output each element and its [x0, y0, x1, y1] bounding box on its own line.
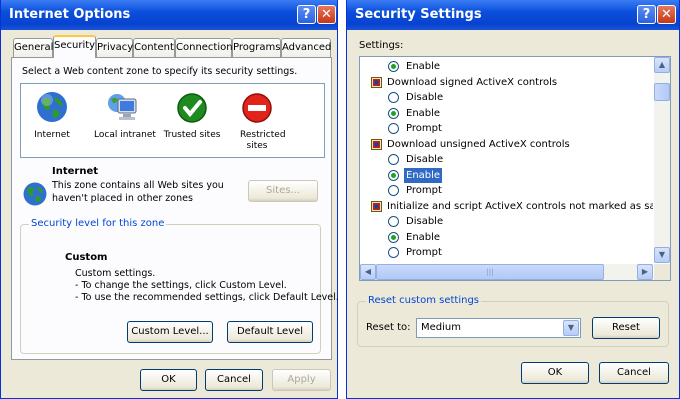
globe-icon [23, 182, 47, 206]
radio-button[interactable] [388, 216, 399, 227]
settings-option-label: Prompt [406, 123, 442, 134]
settings-tree-rows: Enable Download signed ActiveX controls Di… [360, 57, 653, 263]
settings-option-label: Disable [406, 154, 444, 165]
zone-list: Internet Local intranet Trusted sites Re… [20, 83, 325, 158]
radio-button[interactable] [388, 185, 399, 196]
zone-label: Trusted sites [163, 130, 221, 140]
settings-category-label: Initialize and script ActiveX controls n… [387, 200, 653, 212]
security-tab-page: Select a Web content zone to specify its… [11, 57, 339, 360]
level-line-3: - To use the recommended settings, click… [75, 292, 339, 303]
no-entry-icon [242, 93, 272, 123]
settings-option-label: Enable [406, 231, 441, 243]
zone-trusted-sites[interactable]: Trusted sites [162, 88, 222, 154]
scroll-up-arrow[interactable]: ▲ [654, 57, 670, 73]
settings-option-label: Enable [406, 61, 441, 72]
level-line-1: Custom settings. [75, 268, 156, 279]
settings-option-label: Prompt [406, 185, 442, 196]
cancel-button[interactable]: Cancel [599, 362, 669, 384]
radio-button[interactable] [388, 231, 399, 243]
reset-button[interactable]: Reset [592, 317, 660, 339]
internet-options-titlebar[interactable]: Internet Options [1, 0, 337, 30]
custom-level-button[interactable]: Custom Level... [127, 321, 213, 343]
chevron-down-icon[interactable]: ▼ [563, 320, 579, 336]
radio-button[interactable] [388, 61, 399, 72]
default-level-button[interactable]: Default Level [227, 321, 313, 343]
reset-to-select[interactable]: Medium ▼ [416, 318, 581, 338]
settings-tree: Enable Download signed ActiveX controls Di… [359, 56, 671, 281]
reset-group-label: Reset custom settings [366, 295, 481, 306]
computer-globe-icon [108, 94, 137, 120]
scroll-left-arrow[interactable]: ◀ [360, 264, 376, 280]
settings-label: Settings: [359, 40, 404, 51]
scroll-down-arrow[interactable]: ▼ [654, 247, 670, 263]
scroll-thumb[interactable] [654, 83, 670, 101]
tab-programs[interactable]: Programs [232, 38, 281, 57]
zone-restricted-sites[interactable]: Restricted sites [231, 88, 286, 154]
close-button[interactable]: ✕ [657, 5, 676, 24]
security-level-group: Security level for this zone Custom Cust… [20, 218, 339, 354]
tab-general[interactable]: General [13, 38, 53, 57]
settings-category-label: Download unsigned ActiveX controls [387, 138, 570, 150]
settings-option-label: Prompt [406, 247, 442, 258]
window-title: Security Settings [355, 7, 482, 22]
tab-privacy[interactable]: Privacy [96, 38, 133, 57]
level-title: Custom [65, 252, 108, 263]
settings-category-icon [371, 76, 382, 88]
settings-option-label: Disable [406, 92, 444, 103]
tab-content[interactable]: Content [133, 38, 175, 57]
close-button[interactable]: ✕ [317, 5, 336, 24]
security-level-group-label: Security level for this zone [29, 218, 167, 229]
help-button[interactable]: ? [637, 5, 656, 24]
sites-button[interactable]: Sites... [248, 180, 318, 202]
settings-option-label: Enable [404, 167, 443, 183]
radio-button[interactable] [388, 92, 399, 103]
settings-option-label: Enable [406, 107, 441, 119]
ok-button[interactable]: OK [140, 369, 197, 391]
settings-category-label: Run ActiveX controls and plug-ins [387, 261, 555, 264]
security-settings-titlebar[interactable]: Security Settings [347, 0, 679, 30]
settings-category-icon [371, 262, 382, 263]
zone-label: Local intranet [94, 130, 156, 140]
zone-description-line-1: This zone contains all Web sites you [52, 180, 224, 191]
level-line-2: - To change the settings, click Custom L… [75, 280, 287, 291]
zone-instruction: Select a Web content zone to specify its… [22, 66, 298, 77]
help-button[interactable]: ? [297, 5, 316, 24]
reset-to-label: Reset to: [366, 322, 411, 333]
reset-to-value: Medium [421, 322, 461, 333]
radio-button[interactable] [388, 247, 399, 258]
vertical-scrollbar[interactable]: ▲ ▼ [654, 57, 670, 263]
cancel-button[interactable]: Cancel [205, 369, 263, 391]
scroll-right-arrow[interactable]: ▶ [637, 264, 653, 280]
tab-advanced[interactable]: Advanced [281, 38, 331, 57]
scroll-thumb-horizontal[interactable]: ||| [376, 264, 604, 280]
zone-local-intranet[interactable]: Local intranet [93, 88, 156, 154]
zone-label: Restricted sites [240, 130, 286, 151]
radio-button[interactable] [388, 154, 399, 165]
zone-internet[interactable]: Internet [26, 88, 78, 154]
security-settings-window: Security Settings ? ✕ Settings: Enable Do… [346, 0, 680, 399]
radio-button[interactable] [388, 169, 399, 181]
zone-label: Internet [34, 130, 70, 140]
settings-category-label: Download signed ActiveX controls [387, 76, 558, 88]
internet-options-window: Internet Options ? ✕ General Security Pr… [0, 0, 339, 399]
settings-category-icon [371, 200, 382, 212]
window-title: Internet Options [9, 7, 131, 22]
radio-button[interactable] [388, 107, 399, 119]
apply-button[interactable]: Apply [272, 369, 331, 391]
horizontal-scrollbar[interactable]: ◀ ||| ▶ [360, 264, 653, 280]
reset-custom-settings-group: Reset custom settings Reset to: Medium ▼… [357, 295, 669, 347]
globe-icon [37, 92, 67, 122]
radio-button[interactable] [388, 123, 399, 134]
tab-connections[interactable]: Connections [175, 38, 238, 57]
checkmark-icon [177, 93, 207, 123]
settings-option-label: Disable [406, 216, 444, 227]
ok-button[interactable]: OK [521, 362, 589, 384]
settings-category-icon [371, 138, 382, 150]
tab-security[interactable]: Security [53, 35, 96, 58]
zone-title: Internet [52, 166, 99, 177]
zone-description-line-2: haven't placed in other zones [52, 193, 193, 204]
scroll-corner [654, 264, 670, 280]
